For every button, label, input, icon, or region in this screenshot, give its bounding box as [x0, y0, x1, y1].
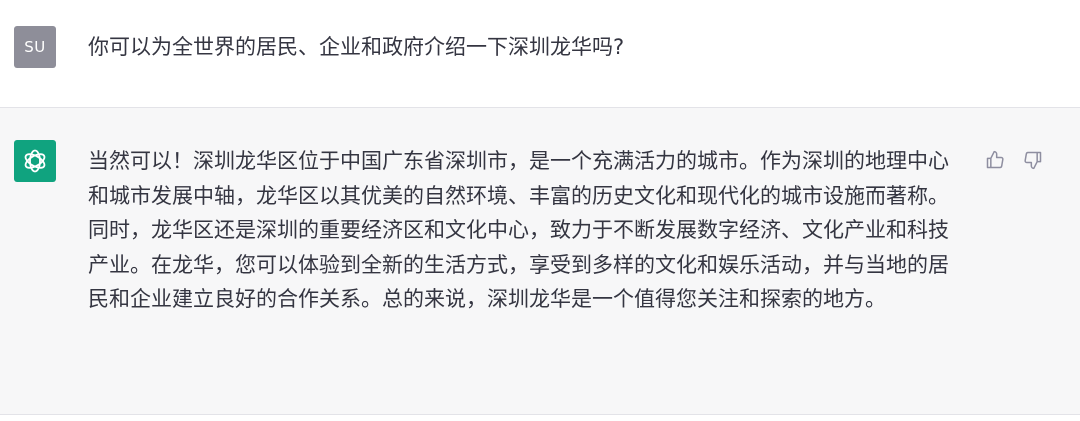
assistant-message-row: 当然可以！深圳龙华区位于中国广东省深圳市，是一个充满活力的城市。作为深圳的地理中…: [0, 108, 1080, 415]
user-message-row: SU 你可以为全世界的居民、企业和政府介绍一下深圳龙华吗?: [0, 0, 1080, 108]
feedback-buttons: [981, 146, 1047, 174]
chat-thread: SU 你可以为全世界的居民、企业和政府介绍一下深圳龙华吗? 当然可以！深圳龙华区…: [0, 0, 1080, 421]
chatgpt-logo-icon: [14, 140, 56, 182]
thumbs-up-icon: [986, 150, 1004, 169]
user-avatar: SU: [14, 26, 56, 68]
thumbs-down-icon: [1024, 151, 1042, 170]
assistant-message-text: 当然可以！深圳龙华区位于中国广东省深圳市，是一个充满活力的城市。作为深圳的地理中…: [88, 149, 949, 311]
thumbs-up-button[interactable]: [981, 146, 1009, 174]
chatgpt-logo-svg: [24, 149, 46, 173]
user-avatar-initials: SU: [24, 38, 46, 56]
user-message-text: 你可以为全世界的居民、企业和政府介绍一下深圳龙华吗?: [88, 35, 625, 59]
thumbs-down-button[interactable]: [1019, 146, 1047, 174]
